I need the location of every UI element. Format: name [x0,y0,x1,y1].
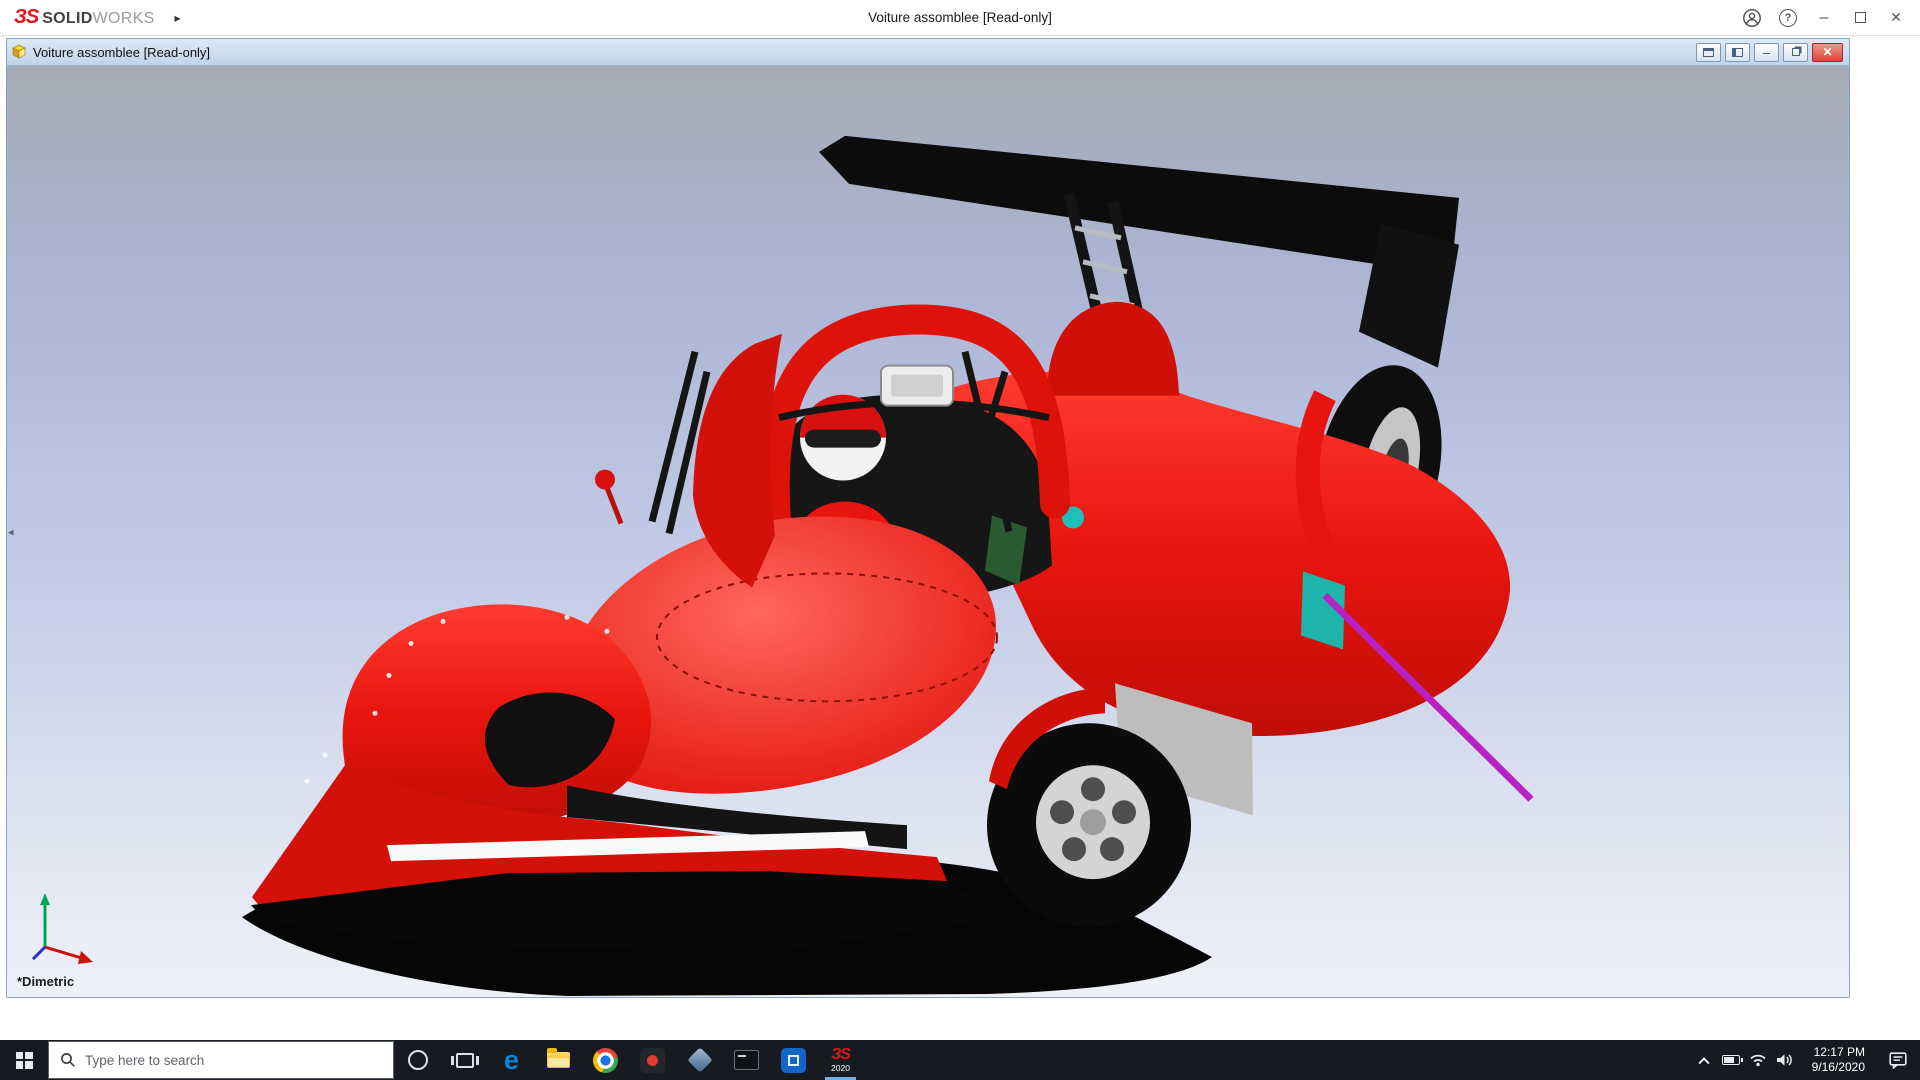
close-icon: ✕ [1822,45,1832,59]
action-center-icon [1889,1052,1907,1069]
restore-icon [1855,12,1866,23]
document-titlebar[interactable]: Voiture assomblee [Read-only] – ✕ [7,39,1849,66]
document-window: Voiture assomblee [Read-only] – ✕ [6,38,1850,998]
doc-minimize-button[interactable]: – [1754,43,1779,62]
graphics-viewport[interactable]: *Dimetric ◂ [7,66,1849,997]
system-tray [1691,1040,1801,1080]
minimize-icon: – [1763,46,1770,59]
taskbar-app-file-explorer[interactable] [535,1040,582,1080]
taskbar-search[interactable] [48,1041,394,1079]
terminal-app-icon [734,1050,759,1070]
app-restore-button[interactable] [1842,0,1878,35]
window-split-icon [1732,48,1743,57]
solidworks-logo: ЗS SOLID WORKS [14,6,155,29]
start-button[interactable] [0,1040,48,1080]
doc-restore-button[interactable] [1783,43,1808,62]
red-dot-app-icon [640,1048,665,1073]
doc-pane-button-1[interactable] [1696,43,1721,62]
chevron-up-icon [1698,1057,1709,1068]
network-button[interactable] [1745,1040,1772,1080]
app-titlebar: ЗS SOLID WORKS ▸ Voiture assomblee [Read… [0,0,1920,36]
battery-icon [1722,1055,1740,1065]
taskbar-app-blue[interactable] [770,1040,817,1080]
taskbar-app-cortana[interactable] [394,1040,441,1080]
volume-button[interactable] [1772,1040,1799,1080]
solidworks-taskbar-icon: ЗS 2020 [831,1047,850,1073]
blue-app-icon [781,1048,806,1073]
chrome-icon [593,1048,618,1073]
app-window-controls: ? – ✕ [1734,0,1914,35]
doc-pane-button-2[interactable] [1725,43,1750,62]
wifi-icon [1749,1053,1767,1067]
ds-logo-icon: ЗS [14,6,38,29]
assembly-document-icon [11,44,27,60]
close-icon: ✕ [1890,9,1902,26]
task-view-icon [456,1053,474,1068]
doc-close-button[interactable]: ✕ [1812,43,1843,62]
speaker-icon [1776,1053,1794,1067]
left-mirror [595,470,615,490]
3d-model-race-car[interactable] [7,66,1849,997]
search-input[interactable] [85,1053,382,1068]
center-mirror [881,366,953,406]
view-orientation-label: *Dimetric [17,974,74,989]
menu-expand-arrow-icon[interactable]: ▸ [175,11,181,25]
hidden-icons-button[interactable] [1691,1040,1718,1080]
taskbar-app-red-dot[interactable] [629,1040,676,1080]
solidworks-mark-icon: ЗS [831,1047,850,1063]
document-title: Voiture assomblee [Read-only] [33,45,210,60]
logo-solid-text: SOLID [42,10,92,28]
taskbar-app-cube[interactable] [676,1040,723,1080]
logo-works-text: WORKS [93,10,155,28]
taskbar-app-solidworks[interactable]: ЗS 2020 [817,1040,864,1080]
file-explorer-icon [547,1052,570,1068]
restore-icon [1792,48,1800,56]
minimize-icon: – [1820,10,1829,26]
clock-time: 12:17 PM [1814,1045,1865,1060]
cube-app-icon [687,1047,712,1072]
screen: ЗS SOLID WORKS ▸ Voiture assomblee [Read… [0,0,1920,1080]
app-minimize-button[interactable]: – [1806,0,1842,35]
solidworks-year-badge: 2020 [831,1064,850,1073]
taskbar-app-chrome[interactable] [582,1040,629,1080]
taskbar-spacer [864,1040,1691,1080]
app-close-button[interactable]: ✕ [1878,0,1914,35]
taskbar-app-task-view[interactable] [441,1040,488,1080]
account-icon [1742,8,1762,28]
edge-icon: e [504,1047,519,1074]
help-button[interactable]: ? [1770,0,1806,35]
cortana-icon [408,1050,428,1070]
window-pane-icon [1703,48,1714,57]
clock-date: 9/16/2020 [1812,1060,1865,1075]
document-window-controls: – ✕ [1696,43,1843,62]
taskbar-app-terminal[interactable] [723,1040,770,1080]
taskbar: e ЗS 2020 [0,1040,1920,1080]
search-icon [60,1052,76,1068]
windows-logo-icon [16,1052,33,1069]
app-window-title: Voiture assomblee [Read-only] [868,10,1052,25]
account-button[interactable] [1734,0,1770,35]
battery-button[interactable] [1718,1040,1745,1080]
taskbar-app-edge[interactable]: e [488,1040,535,1080]
action-center-button[interactable] [1876,1040,1920,1080]
help-icon: ? [1779,9,1797,27]
panel-collapse-arrow-icon[interactable]: ◂ [8,525,14,538]
taskbar-clock[interactable]: 12:17 PM 9/16/2020 [1801,1040,1876,1080]
